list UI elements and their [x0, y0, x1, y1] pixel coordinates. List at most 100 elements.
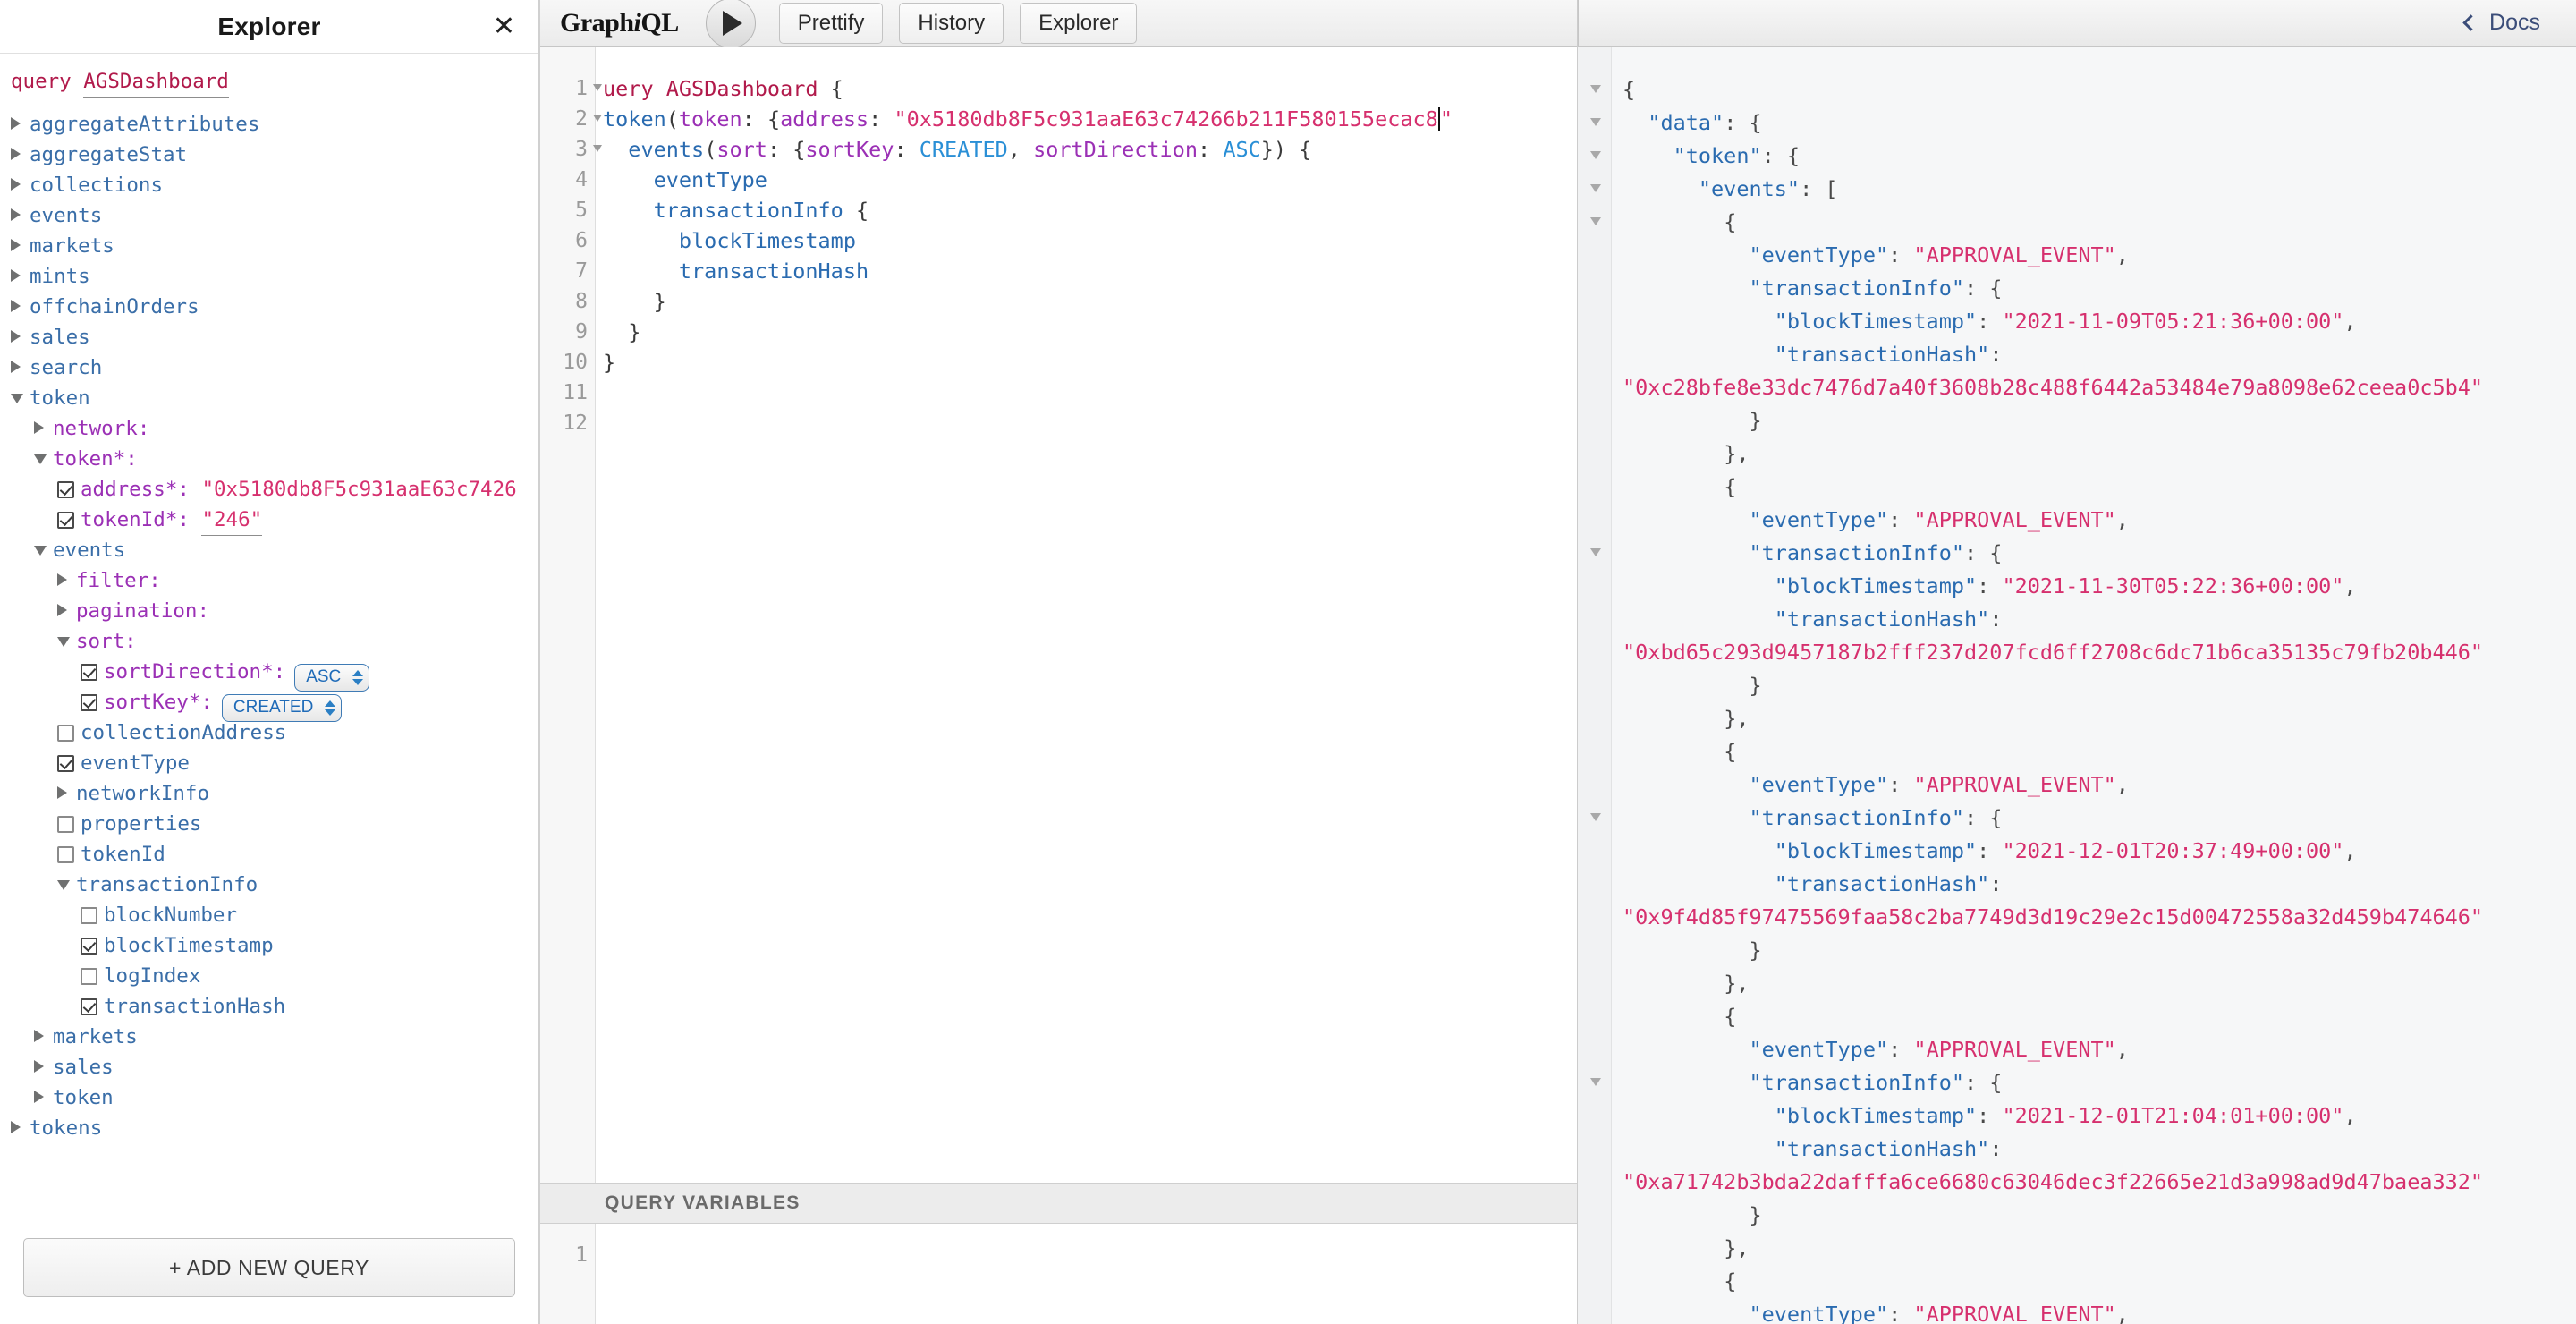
explorer-arg-filter[interactable]: filter: — [0, 565, 538, 596]
chevron-right-icon[interactable] — [57, 786, 69, 799]
field-label[interactable]: transactionHash — [104, 991, 285, 1022]
explorer-arg-token[interactable]: token*: — [0, 444, 538, 474]
chevron-right-icon[interactable] — [11, 361, 22, 373]
arg-label[interactable]: pagination: — [76, 596, 209, 626]
checkbox-properties[interactable] — [57, 816, 74, 833]
checkbox-blockNumber[interactable] — [80, 907, 97, 924]
field-label[interactable]: markets — [30, 231, 114, 261]
chevron-right-icon[interactable] — [11, 1121, 22, 1133]
fold-arrow-icon[interactable] — [1578, 173, 1611, 206]
explorer-field-aggregateStat[interactable]: aggregateStat — [0, 140, 538, 170]
close-icon[interactable]: ✕ — [493, 13, 515, 40]
explorer-arg-tokenId[interactable]: tokenId*: "246" — [0, 505, 538, 536]
field-label[interactable]: collections — [30, 170, 163, 200]
field-label[interactable]: mints — [30, 261, 90, 292]
explorer-field-sales[interactable]: sales — [0, 322, 538, 352]
explorer-field-eventType[interactable]: eventType — [0, 748, 538, 778]
fold-arrow-icon[interactable] — [593, 145, 602, 152]
field-label[interactable]: sales — [53, 1052, 114, 1082]
execute-query-button[interactable] — [705, 0, 756, 48]
fold-arrow-icon[interactable] — [1578, 537, 1611, 570]
chevron-right-icon[interactable] — [11, 330, 22, 343]
address-value-input[interactable]: "0x5180db8F5c931aaE63c7426 — [201, 474, 517, 505]
explorer-field-token-sales[interactable]: sales — [0, 1052, 538, 1082]
fold-arrow-icon[interactable] — [1578, 1066, 1611, 1099]
chevron-down-icon[interactable] — [34, 543, 47, 556]
chevron-down-icon[interactable] — [57, 878, 70, 890]
arg-label[interactable]: sort: — [76, 626, 137, 657]
explorer-toggle-button[interactable]: Explorer — [1020, 2, 1138, 44]
chevron-right-icon[interactable] — [11, 300, 22, 312]
field-label[interactable]: events — [30, 200, 102, 231]
fold-arrow-icon[interactable] — [593, 84, 602, 91]
chevron-down-icon[interactable] — [34, 452, 47, 464]
query-editor[interactable]: 1 2 3 4 5 6 7 8 9 10 11 12 uery AGSDashboard {token… — [540, 47, 1577, 1183]
explorer-field-token-token[interactable]: token — [0, 1082, 538, 1113]
checkbox-address[interactable] — [57, 481, 74, 498]
field-label[interactable]: eventType — [80, 748, 190, 778]
explorer-field-properties[interactable]: properties — [0, 809, 538, 839]
field-label[interactable]: blockNumber — [104, 900, 237, 930]
chevron-right-icon[interactable] — [34, 1091, 46, 1103]
field-label[interactable]: tokenId — [80, 839, 165, 870]
checkbox-sortKey[interactable] — [80, 694, 97, 711]
field-label[interactable]: networkInfo — [76, 778, 209, 809]
explorer-field-tokenId[interactable]: tokenId — [0, 839, 538, 870]
chevron-right-icon[interactable] — [11, 117, 22, 130]
fold-arrow-icon[interactable] — [1578, 106, 1611, 140]
editor-code-area[interactable]: uery AGSDashboard {token(token: {address… — [596, 47, 1577, 1183]
chevron-down-icon[interactable] — [11, 391, 23, 403]
checkbox-tokenId-field[interactable] — [57, 846, 74, 863]
arg-label[interactable]: network: — [53, 413, 149, 444]
history-button[interactable]: History — [899, 2, 1004, 44]
checkbox-transactionHash[interactable] — [80, 998, 97, 1015]
field-label[interactable]: token — [53, 1082, 114, 1113]
fold-arrow-icon[interactable] — [1578, 802, 1611, 835]
explorer-field-transactionHash[interactable]: transactionHash — [0, 991, 538, 1022]
explorer-field-collections[interactable]: collections — [0, 170, 538, 200]
chevron-right-icon[interactable] — [57, 604, 69, 616]
query-variables-editor[interactable]: 1 — [540, 1224, 1577, 1324]
arg-label[interactable]: token*: — [53, 444, 138, 474]
field-label[interactable]: properties — [80, 809, 201, 839]
fold-arrow-icon[interactable] — [1578, 73, 1611, 106]
field-label[interactable]: aggregateAttributes — [30, 109, 259, 140]
chevron-right-icon[interactable] — [11, 269, 22, 282]
chevron-right-icon[interactable] — [11, 178, 22, 191]
fold-arrow-icon[interactable] — [593, 115, 602, 122]
query-variables-header[interactable]: QUERY VARIABLES — [540, 1183, 1577, 1224]
chevron-right-icon[interactable] — [34, 421, 46, 434]
field-label[interactable]: transactionInfo — [76, 870, 258, 900]
explorer-arg-sortDirection[interactable]: sortDirection*: ASC — [0, 657, 538, 692]
field-label[interactable]: events — [53, 535, 125, 565]
explorer-arg-sort[interactable]: sort: — [0, 626, 538, 657]
field-label[interactable]: aggregateStat — [30, 140, 187, 170]
explorer-field-search[interactable]: search — [0, 352, 538, 383]
checkbox-sortDirection[interactable] — [80, 664, 97, 681]
sortDirection-select[interactable]: ASC — [294, 663, 370, 692]
field-label[interactable]: blockTimestamp — [104, 930, 274, 961]
explorer-field-tokens[interactable]: tokens — [0, 1113, 538, 1143]
explorer-field-token-events[interactable]: events — [0, 535, 538, 565]
explorer-arg-pagination[interactable]: pagination: — [0, 596, 538, 626]
field-label[interactable]: markets — [53, 1022, 138, 1052]
checkbox-logIndex[interactable] — [80, 968, 97, 985]
chevron-right-icon[interactable] — [11, 239, 22, 251]
explorer-field-blockTimestamp[interactable]: blockTimestamp — [0, 930, 538, 961]
explorer-field-events[interactable]: events — [0, 200, 538, 231]
explorer-arg-address[interactable]: address*: "0x5180db8F5c931aaE63c7426 — [0, 474, 538, 505]
prettify-button[interactable]: Prettify — [778, 2, 884, 44]
fold-arrow-icon[interactable] — [1578, 206, 1611, 239]
field-label[interactable]: search — [30, 352, 102, 383]
explorer-arg-sortKey[interactable]: sortKey*: CREATED — [0, 687, 538, 722]
field-label[interactable]: offchainOrders — [30, 292, 199, 322]
explorer-field-token[interactable]: token — [0, 383, 538, 413]
add-new-query-button[interactable]: + ADD NEW QUERY — [23, 1238, 515, 1297]
sortKey-select[interactable]: CREATED — [221, 693, 343, 722]
explorer-field-networkInfo[interactable]: networkInfo — [0, 778, 538, 809]
explorer-field-offchainOrders[interactable]: offchainOrders — [0, 292, 538, 322]
field-label[interactable]: logIndex — [104, 961, 200, 991]
explorer-field-token-markets[interactable]: markets — [0, 1022, 538, 1052]
variables-code-area[interactable] — [596, 1224, 1577, 1324]
chevron-right-icon[interactable] — [11, 208, 22, 221]
